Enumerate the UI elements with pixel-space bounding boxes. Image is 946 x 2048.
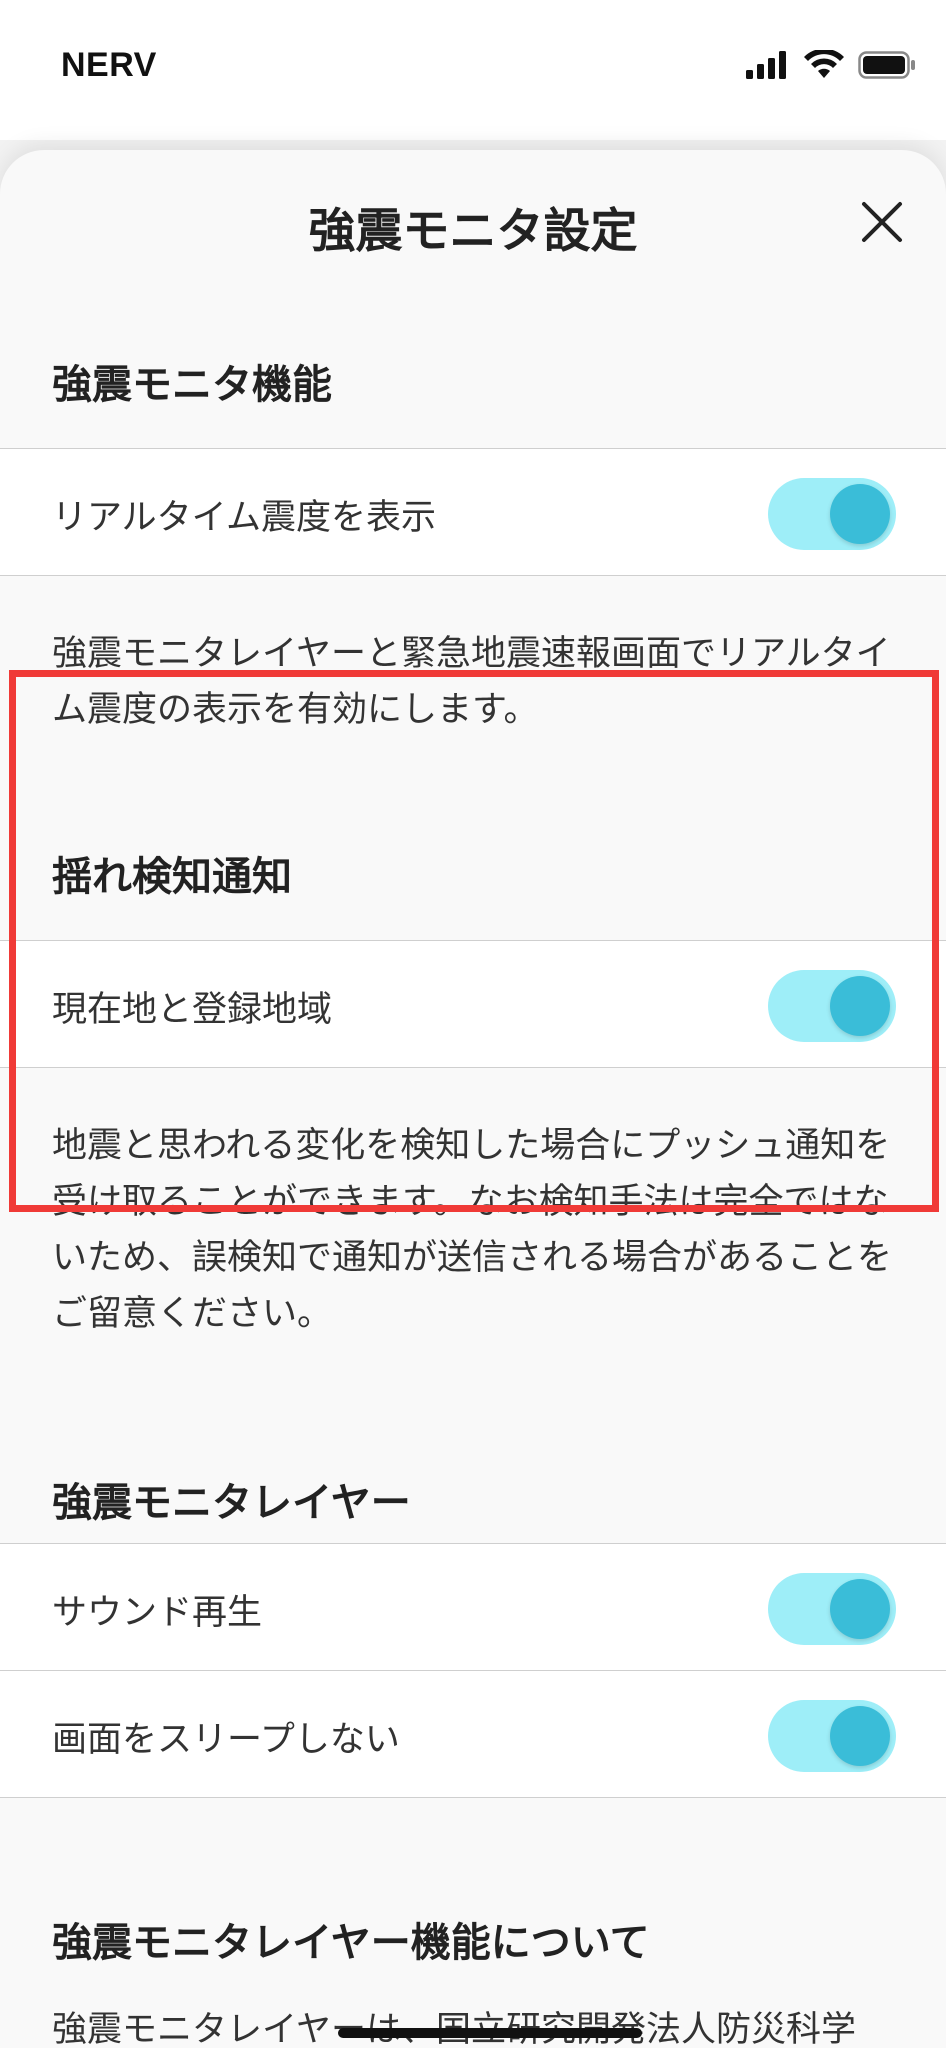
status-bar: NERV — [0, 0, 946, 140]
wifi-icon — [804, 50, 844, 78]
toggle-knob — [830, 484, 890, 544]
status-icons — [746, 50, 916, 80]
close-icon — [862, 202, 902, 242]
current-location-toggle[interactable] — [768, 970, 896, 1042]
row-sound-playback[interactable]: サウンド再生 — [0, 1543, 946, 1671]
realtime-intensity-toggle[interactable] — [768, 478, 896, 550]
section-header-shake-notification: 揺れ検知通知 — [52, 854, 292, 900]
monitor-function-description: 強震モニタレイヤーと緊急地震速報画面でリアルタイム震度の表示を有効にします。 — [52, 634, 891, 730]
section-header-about: 強震モニタレイヤー機能について — [52, 1920, 650, 1966]
close-button[interactable] — [858, 198, 906, 246]
settings-sheet: 強震モニタ設定 強震モニタ機能 リアルタイム震度を表示 強震モニタレイヤーと緊急… — [0, 150, 946, 2048]
section-header-monitor-function: 強震モニタ機能 — [52, 362, 332, 408]
row-label: サウンド再生 — [52, 1593, 263, 1633]
row-label: 現在地と登録地域 — [52, 990, 333, 1030]
toggle-knob — [830, 1579, 890, 1639]
section-header-monitor-layer: 強震モニタレイヤー — [52, 1480, 411, 1526]
toggle-knob — [830, 976, 890, 1036]
battery-icon — [858, 51, 915, 79]
row-label: リアルタイム震度を表示 — [52, 498, 436, 538]
toggle-knob — [830, 1706, 890, 1766]
row-current-location[interactable]: 現在地と登録地域 — [0, 940, 946, 1068]
about-description: 強震モニタレイヤーは、国立研究開発法人防災科学 — [52, 2002, 912, 2048]
row-label: 画面をスリープしない — [52, 1720, 400, 1760]
signal-icon — [746, 51, 786, 79]
shake-notification-description: 地震と思われる変化を検知した場合にプッシュ通知を受け取ることができます。なお検知… — [52, 1126, 893, 1334]
carrier-label: NERV — [61, 46, 157, 84]
sheet-title: 強震モニタ設定 — [308, 204, 638, 259]
home-indicator — [338, 2028, 642, 2038]
no-sleep-toggle[interactable] — [768, 1700, 896, 1772]
row-realtime-intensity[interactable]: リアルタイム震度を表示 — [0, 448, 946, 576]
row-no-sleep[interactable]: 画面をスリープしない — [0, 1670, 946, 1798]
sound-playback-toggle[interactable] — [768, 1573, 896, 1645]
